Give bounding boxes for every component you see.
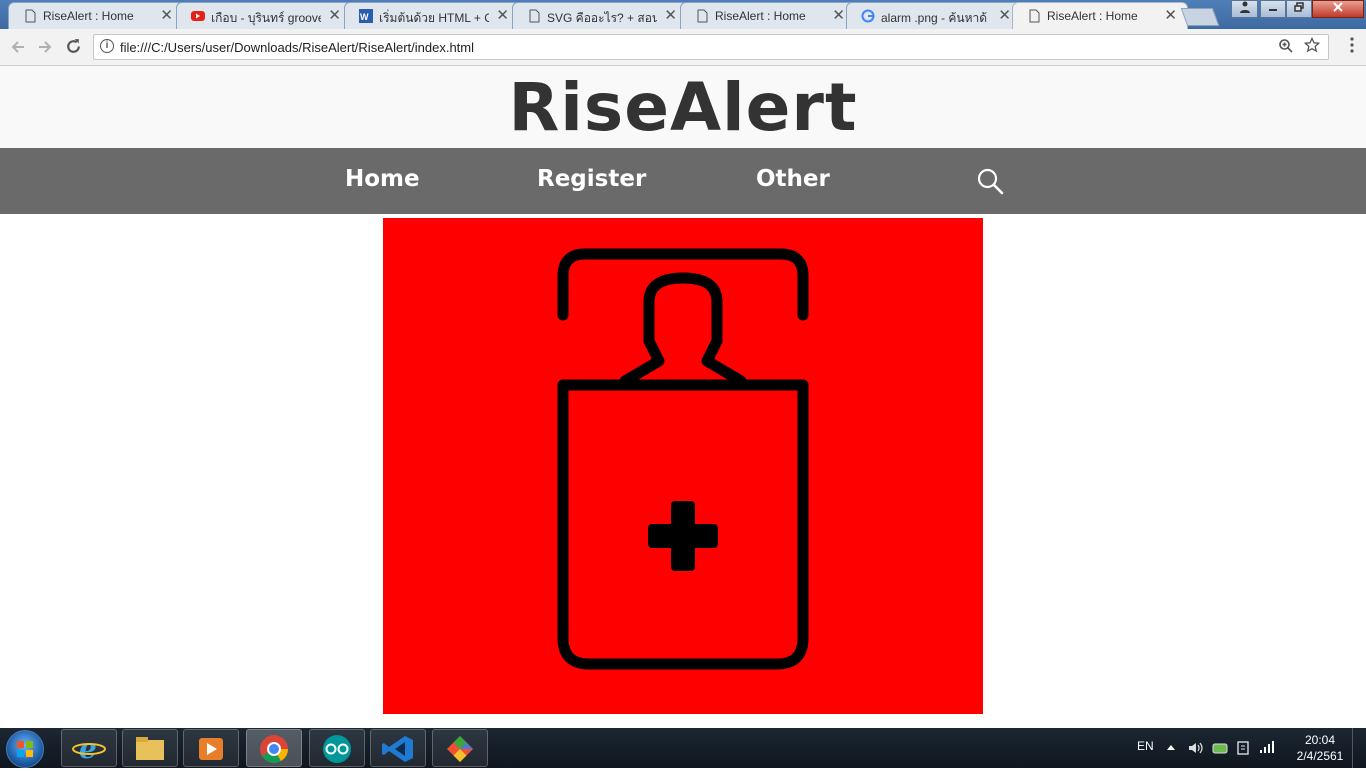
page-icon	[529, 9, 540, 23]
browser-tab-strip: RiseAlert : Home ✕ เกือบ - บุรินทร์ groo…	[0, 0, 1366, 29]
patient-bed-medical-icon	[557, 248, 809, 670]
browser-tab[interactable]: RiseAlert : Home ✕	[680, 2, 856, 29]
show-desktop-button[interactable]	[1352, 728, 1366, 768]
browser-tab[interactable]: alarm .png - ค้นหาด้ ✕	[846, 2, 1022, 29]
tab-title: RiseAlert : Home	[715, 9, 806, 23]
restore-icon[interactable]	[1286, 0, 1312, 18]
windows-taskbar: e EN 20:04 2/4/2561	[0, 728, 1366, 768]
address-bar[interactable]: i file:///C:/Users/user/Downloads/RiseAl…	[93, 34, 1329, 60]
browser-tab[interactable]: RiseAlert : Home ✕	[8, 2, 184, 29]
reload-icon[interactable]	[65, 38, 82, 55]
tab-close-icon[interactable]: ✕	[496, 6, 509, 24]
youtube-icon	[191, 11, 205, 21]
forward-arrow-icon[interactable]	[37, 39, 53, 55]
tab-title: เริ่มต้นด้วย HTML + C	[379, 11, 489, 25]
menu-dots-icon[interactable]	[1350, 37, 1354, 53]
hero-image	[383, 218, 983, 714]
media-player-icon[interactable]	[183, 729, 239, 767]
site-title: RiseAlert	[508, 69, 858, 146]
web-page: RiseAlert Home Register Other	[0, 66, 1366, 728]
svg-text:e: e	[79, 732, 97, 765]
git-icon[interactable]	[432, 729, 488, 767]
user-profile-icon[interactable]	[1231, 0, 1258, 18]
tab-close-icon[interactable]: ✕	[998, 6, 1011, 24]
search-icon[interactable]	[976, 167, 1004, 195]
arduino-icon[interactable]	[309, 729, 365, 767]
tab-close-icon[interactable]: ✕	[1164, 6, 1177, 24]
tab-title: alarm .png - ค้นหาด้	[881, 11, 988, 25]
page-icon	[25, 9, 36, 23]
internet-explorer-icon[interactable]: e	[61, 729, 117, 767]
site-navbar: Home Register Other	[0, 148, 1366, 214]
site-header: RiseAlert	[0, 66, 1366, 148]
clock-date: 2/4/2561	[1296, 749, 1344, 763]
bookmark-star-icon[interactable]	[1304, 37, 1320, 53]
signal-bars-icon[interactable]	[1259, 740, 1277, 754]
network-device-icon[interactable]	[1236, 740, 1250, 756]
browser-tab[interactable]: W เริ่มต้นด้วย HTML + C ✕	[344, 2, 520, 29]
info-icon[interactable]: i	[100, 39, 114, 53]
tab-title: เกือบ - บุรินทร์ groove	[211, 11, 321, 25]
tab-title: RiseAlert : Home	[43, 9, 134, 23]
browser-toolbar: i file:///C:/Users/user/Downloads/RiseAl…	[0, 29, 1366, 66]
vscode-icon[interactable]	[370, 729, 426, 767]
nav-link-register[interactable]: Register	[537, 166, 646, 192]
minimize-icon[interactable]	[1260, 0, 1286, 18]
file-explorer-icon[interactable]	[122, 729, 178, 767]
google-icon	[861, 9, 875, 23]
window-close-icon[interactable]	[1312, 0, 1364, 18]
system-clock[interactable]: 20:04 2/4/2561	[1290, 732, 1350, 764]
start-button[interactable]	[6, 730, 44, 768]
page-icon	[1029, 9, 1040, 23]
svg-text:W: W	[360, 12, 369, 22]
w3schools-icon: W	[359, 9, 373, 23]
browser-tab[interactable]: เกือบ - บุรินทร์ groove ✕	[176, 2, 352, 29]
language-indicator[interactable]: EN	[1137, 739, 1154, 753]
new-tab-button[interactable]	[1180, 8, 1220, 26]
browser-tab-active[interactable]: RiseAlert : Home ✕	[1012, 2, 1188, 29]
browser-tab[interactable]: SVG คืออะไร? + สอน ✕	[512, 2, 688, 29]
tab-title: SVG คืออะไร? + สอน	[547, 11, 657, 25]
windows-logo-icon	[17, 741, 33, 757]
nav-link-home[interactable]: Home	[345, 166, 420, 192]
tab-close-icon[interactable]: ✕	[832, 6, 845, 24]
tab-title: RiseAlert : Home	[1047, 9, 1138, 23]
volume-icon[interactable]	[1188, 741, 1204, 755]
tab-close-icon[interactable]: ✕	[664, 6, 677, 24]
back-arrow-icon[interactable]	[10, 39, 26, 55]
clock-time: 20:04	[1304, 733, 1336, 747]
tab-close-icon[interactable]: ✕	[328, 6, 341, 24]
battery-icon[interactable]	[1212, 741, 1230, 755]
page-icon	[697, 9, 708, 23]
address-url: file:///C:/Users/user/Downloads/RiseAler…	[120, 40, 475, 55]
chrome-icon[interactable]	[246, 729, 302, 767]
tray-expand-icon[interactable]	[1166, 743, 1176, 751]
nav-link-other[interactable]: Other	[756, 166, 830, 192]
zoom-icon[interactable]	[1278, 38, 1294, 54]
tab-close-icon[interactable]: ✕	[160, 6, 173, 24]
